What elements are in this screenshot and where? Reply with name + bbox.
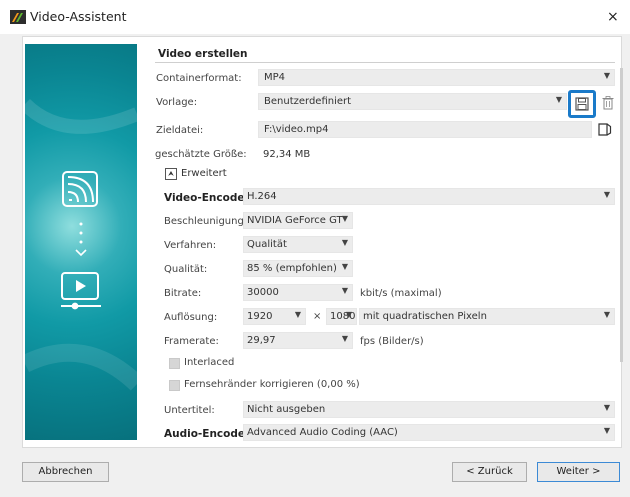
method-label: Verfahren: — [164, 240, 217, 251]
back-button[interactable]: < Zurück — [452, 462, 527, 482]
save-preset-button[interactable] — [568, 90, 596, 118]
interlaced-label: Interlaced — [184, 357, 235, 368]
quality-select[interactable]: 85 % (empfohlen) ▼ — [243, 260, 353, 277]
acceleration-label: Beschleunigung: — [164, 216, 248, 227]
bitrate-label: Bitrate: — [164, 288, 202, 299]
audio-encoder-select[interactable]: Advanced Audio Coding (AAC) ▼ — [243, 424, 615, 441]
chevron-down-icon: ▼ — [555, 95, 562, 104]
resolution-label: Auflösung: — [164, 312, 218, 323]
audio-encoder-label: Audio-Encoder: — [164, 428, 255, 440]
browse-folder-icon[interactable] — [598, 122, 612, 136]
chevron-down-icon: ▼ — [341, 334, 348, 343]
section-title: Video erstellen — [158, 48, 248, 60]
chevron-down-icon: ▼ — [341, 286, 348, 295]
resolution-width-select[interactable]: 1920 ▼ — [243, 308, 306, 325]
method-select[interactable]: Qualität ▼ — [243, 236, 353, 253]
streaming-icon — [62, 171, 98, 207]
video-encoder-value: H.264 — [247, 191, 277, 202]
acceleration-value: NVIDIA GeForce GT — [247, 215, 343, 226]
estimated-size-value: 92,34 MB — [263, 149, 311, 160]
target-file-value: F:\video.mp4 — [264, 124, 329, 135]
chevron-down-icon: ▼ — [341, 262, 348, 271]
chevron-down-icon: ▼ — [345, 310, 352, 319]
resolution-height-select[interactable]: 1080 ▼ — [326, 308, 357, 325]
subtitle-select[interactable]: Nicht ausgeben ▼ — [243, 401, 615, 418]
save-icon — [575, 97, 589, 111]
preset-select[interactable]: Benutzerdefiniert ▼ — [258, 93, 567, 110]
progress-dots-icon — [75, 222, 87, 257]
quality-label: Qualität: — [164, 264, 208, 275]
target-file-field[interactable]: F:\video.mp4 — [258, 121, 592, 138]
cancel-button[interactable]: Abbrechen — [22, 462, 109, 482]
framerate-label: Framerate: — [164, 336, 219, 347]
container-format-select[interactable]: MP4 ▼ — [258, 69, 615, 86]
video-play-icon — [61, 272, 101, 310]
scrollbar[interactable] — [620, 68, 623, 362]
bitrate-select[interactable]: 30000 ▼ — [243, 284, 353, 301]
advanced-label: Erweitert — [181, 168, 227, 179]
quality-value: 85 % (empfohlen) — [247, 263, 337, 274]
pixel-aspect-value: mit quadratischen Pixeln — [363, 311, 487, 322]
chevron-down-icon: ▼ — [603, 310, 610, 319]
overscan-checkbox[interactable] — [169, 380, 180, 391]
overscan-label: Fernsehränder korrigieren (0,00 %) — [184, 379, 360, 390]
interlaced-checkbox[interactable] — [169, 358, 180, 369]
chevron-down-icon: ▼ — [603, 71, 610, 80]
app-logo-icon — [10, 10, 26, 24]
close-icon[interactable]: × — [607, 9, 619, 25]
sidebar-illustration — [25, 44, 137, 440]
subtitle-value: Nicht ausgeben — [247, 404, 326, 415]
section-divider — [155, 62, 615, 63]
resolution-width-value: 1920 — [247, 311, 273, 322]
chevron-down-icon: ▼ — [341, 214, 348, 223]
estimated-size-label: geschätzte Größe: — [155, 149, 247, 160]
subtitle-label: Untertitel: — [164, 405, 215, 416]
bitrate-unit: kbit/s (maximal) — [360, 288, 442, 299]
audio-encoder-value: Advanced Audio Coding (AAC) — [247, 427, 398, 438]
chevron-down-icon: ▼ — [341, 238, 348, 247]
preset-label: Vorlage: — [156, 97, 198, 108]
bitrate-value: 30000 — [247, 287, 279, 298]
collapse-chevron-icon: ⮝ — [165, 168, 177, 180]
target-file-label: Zieldatei: — [156, 125, 204, 136]
preset-value: Benutzerdefiniert — [264, 96, 352, 107]
method-value: Qualität — [247, 239, 287, 250]
title-bar: Video-Assistent × — [0, 0, 630, 34]
window-title: Video-Assistent — [30, 9, 127, 24]
next-button[interactable]: Weiter > — [537, 462, 620, 482]
chevron-down-icon: ▼ — [294, 310, 301, 319]
chevron-down-icon: ▼ — [603, 403, 610, 412]
acceleration-select[interactable]: NVIDIA GeForce GT ▼ — [243, 212, 353, 229]
chevron-down-icon: ▼ — [603, 190, 610, 199]
framerate-value: 29,97 — [247, 335, 276, 346]
video-encoder-label: Video-Encoder: — [164, 192, 254, 204]
container-format-value: MP4 — [264, 72, 286, 83]
framerate-select[interactable]: 29,97 ▼ — [243, 332, 353, 349]
trash-icon[interactable] — [602, 96, 614, 110]
framerate-unit: fps (Bilder/s) — [360, 336, 424, 347]
pixel-aspect-select[interactable]: mit quadratischen Pixeln ▼ — [359, 308, 615, 325]
container-format-label: Containerformat: — [156, 73, 242, 84]
video-encoder-select[interactable]: H.264 ▼ — [243, 188, 615, 205]
chevron-down-icon: ▼ — [603, 426, 610, 435]
